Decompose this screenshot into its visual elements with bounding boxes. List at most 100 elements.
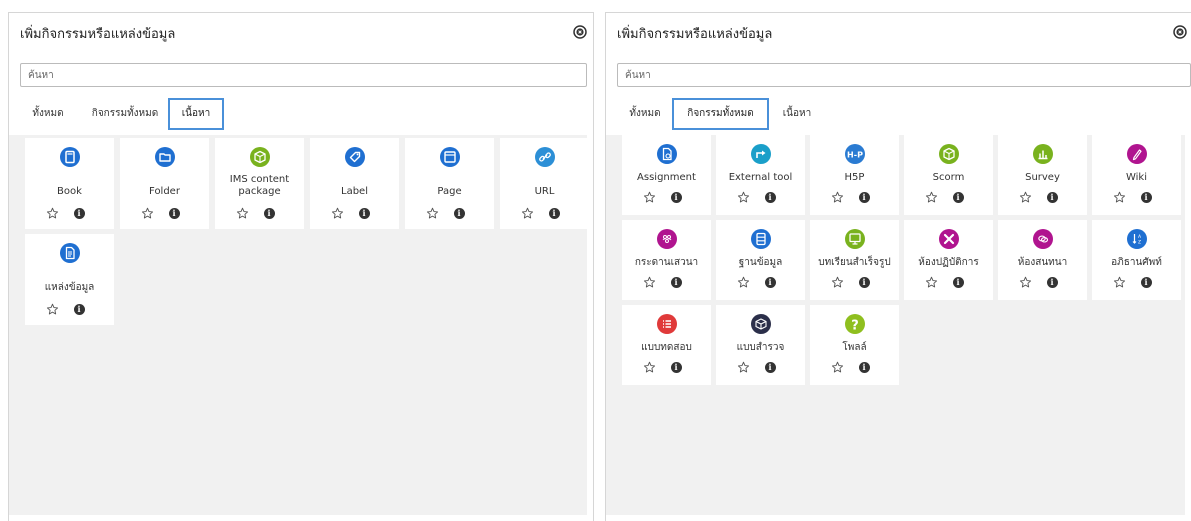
module-tile[interactable]: External tool i [716,135,805,215]
tab-activities[interactable]: กิจกรรมทั้งหมด [672,98,769,130]
info-icon[interactable]: i [1140,192,1152,203]
close-button[interactable] [572,24,588,40]
module-name: Page [437,186,462,197]
star-icon[interactable] [1019,191,1032,204]
star-icon[interactable] [643,361,656,374]
module-name: กระดานเสวนา [634,257,699,268]
forum-icon [656,229,677,249]
module-tile[interactable]: Label i [310,138,399,229]
info-icon[interactable]: i [1046,277,1058,288]
module-tile[interactable]: แหล่งข้อมูล i [25,234,114,325]
module-tile[interactable]: URL i [500,138,589,229]
info-icon[interactable]: i [73,304,85,315]
module-tile[interactable]: บทเรียนสำเร็จรูป i [810,220,899,300]
star-icon[interactable] [1019,276,1032,289]
star-icon[interactable] [331,207,344,220]
module-name: บทเรียนสำเร็จรูป [818,257,891,268]
star-icon[interactable] [831,361,844,374]
module-actions: i [25,207,114,221]
info-icon[interactable]: i [764,192,776,203]
module-tile[interactable]: ห้องสนทนา i [998,220,1087,300]
info-icon[interactable]: i [764,277,776,288]
star-icon[interactable] [1113,191,1126,204]
star-icon[interactable] [925,276,938,289]
star-icon[interactable] [1113,276,1126,289]
module-name: ห้องปฏิบัติการ [918,257,979,268]
info-icon[interactable]: i [548,208,560,219]
close-button[interactable] [1172,24,1188,40]
module-tile[interactable]: แบบทดสอบ i [622,305,711,385]
module-tile[interactable]: H-P H5P i [810,135,899,215]
module-tile[interactable]: Scorm i [904,135,993,215]
star-icon[interactable] [141,207,154,220]
star-icon[interactable] [737,191,750,204]
info-icon[interactable]: i [1046,192,1058,203]
svg-text:Z: Z [1137,240,1140,246]
search-input[interactable] [20,63,587,87]
star-icon[interactable] [521,207,534,220]
pencil-icon [1126,144,1147,164]
star-icon[interactable] [46,303,59,316]
star-icon[interactable] [236,207,249,220]
info-icon[interactable]: i [670,362,682,373]
info-icon[interactable]: i [73,208,85,219]
module-tile[interactable]: Folder i [120,138,209,229]
tab-resources[interactable]: เนื้อหา [168,98,224,130]
dialog-title: เพิ่มกิจกรรมหรือแหล่งข้อมูล [617,27,773,42]
question-icon: ? [844,314,865,334]
info-icon[interactable]: i [1140,277,1152,288]
info-icon[interactable]: i [952,192,964,203]
star-icon[interactable] [925,191,938,204]
glossary-icon: AZ [1126,229,1147,249]
tab-all[interactable]: ทั้งหมด [625,101,665,129]
tab-activities[interactable]: กิจกรรมทั้งหมด [87,101,163,129]
module-tile[interactable]: แบบสำรวจ i [716,305,805,385]
module-tile[interactable]: Book i [25,138,114,229]
star-icon[interactable] [643,276,656,289]
module-actions: i [310,207,399,221]
module-tile[interactable]: A Z อภิธานศัพท์ i [1092,220,1181,300]
close-icon [573,25,587,39]
module-actions: i [904,276,993,290]
star-icon[interactable] [46,207,59,220]
info-icon[interactable]: i [670,192,682,203]
module-tile[interactable]: Wiki i [1092,135,1181,215]
module-tile[interactable]: IMS content package i [215,138,304,229]
info-icon[interactable]: i [858,192,870,203]
module-tile[interactable]: Survey i [998,135,1087,215]
module-actions: i [904,191,993,205]
info-icon[interactable]: i [168,208,180,219]
module-tile[interactable]: ห้องปฏิบัติการ i [904,220,993,300]
star-icon[interactable] [831,276,844,289]
star-icon[interactable] [737,361,750,374]
info-icon[interactable]: i [670,277,682,288]
info-icon[interactable]: i [858,277,870,288]
activity-chooser-activities: เพิ่มกิจกรรมหรือแหล่งข้อมูล ทั้งหมด กิจก… [605,12,1191,521]
module-tile[interactable]: กระดานเสวนา i [622,220,711,300]
external-tool-icon [750,144,771,164]
info-icon[interactable]: i [952,277,964,288]
module-tile[interactable]: Assignment i [622,135,711,215]
star-icon[interactable] [643,191,656,204]
module-actions: i [998,191,1087,205]
star-icon[interactable] [426,207,439,220]
info-icon[interactable]: i [358,208,370,219]
module-name: Survey [1025,172,1060,183]
module-tile[interactable]: Page i [405,138,494,229]
star-icon[interactable] [831,191,844,204]
tab-all[interactable]: ทั้งหมด [28,101,68,129]
module-tile[interactable]: ฐานข้อมูล i [716,220,805,300]
info-icon[interactable]: i [858,362,870,373]
module-actions: i [810,191,899,205]
star-icon[interactable] [737,276,750,289]
module-tile[interactable]: ? โพลล์ i [810,305,899,385]
info-icon[interactable]: i [263,208,275,219]
tab-resources[interactable]: เนื้อหา [777,101,817,129]
svg-text:?: ? [851,319,859,334]
search-input[interactable] [617,63,1191,87]
database-icon [750,229,771,249]
info-icon[interactable]: i [453,208,465,219]
folder-icon [154,147,175,167]
module-actions: i [622,276,711,290]
info-icon[interactable]: i [764,362,776,373]
